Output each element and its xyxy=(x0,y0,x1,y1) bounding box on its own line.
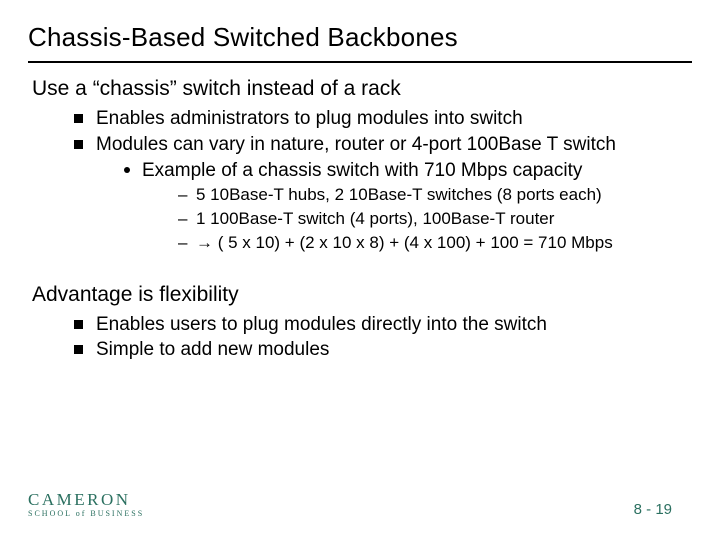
list-item: Simple to add new modules xyxy=(74,338,692,362)
list-item: 1 100Base-T switch (4 ports), 100Base-T … xyxy=(178,208,692,230)
list-item: Example of a chassis switch with 710 Mbp… xyxy=(124,159,692,255)
page-number: 8 - 19 xyxy=(634,501,672,518)
section-heading-1: Use a “chassis” switch instead of a rack xyxy=(32,77,692,101)
bullet-list-1: Enables administrators to plug modules i… xyxy=(28,107,692,255)
section-heading-2: Advantage is flexibility xyxy=(32,283,692,307)
slide-title: Chassis-Based Switched Backbones xyxy=(28,22,692,53)
logo-name: CAMERON xyxy=(28,491,144,508)
list-item-text: Example of a chassis switch with 710 Mbp… xyxy=(142,160,582,181)
list-item: Modules can vary in nature, router or 4-… xyxy=(74,133,692,255)
logo: CAMERON SCHOOL of BUSINESS xyxy=(28,491,144,518)
sub-bullet-list: Example of a chassis switch with 710 Mbp… xyxy=(96,159,692,255)
dash-list: 5 10Base-T hubs, 2 10Base-T switches (8 … xyxy=(142,184,692,254)
list-item: Enables administrators to plug modules i… xyxy=(74,107,692,131)
list-item: Enables users to plug modules directly i… xyxy=(74,313,692,337)
bullet-list-2: Enables users to plug modules directly i… xyxy=(28,313,692,363)
list-item: 5 10Base-T hubs, 2 10Base-T switches (8 … xyxy=(178,184,692,206)
list-item: → ( 5 x 10) + (2 x 10 x 8) + (4 x 100) +… xyxy=(178,232,692,254)
title-rule xyxy=(28,61,692,63)
list-item-text: Modules can vary in nature, router or 4-… xyxy=(96,134,616,155)
slide: Chassis-Based Switched Backbones Use a “… xyxy=(0,0,720,540)
logo-subtitle: SCHOOL of BUSINESS xyxy=(28,510,144,518)
